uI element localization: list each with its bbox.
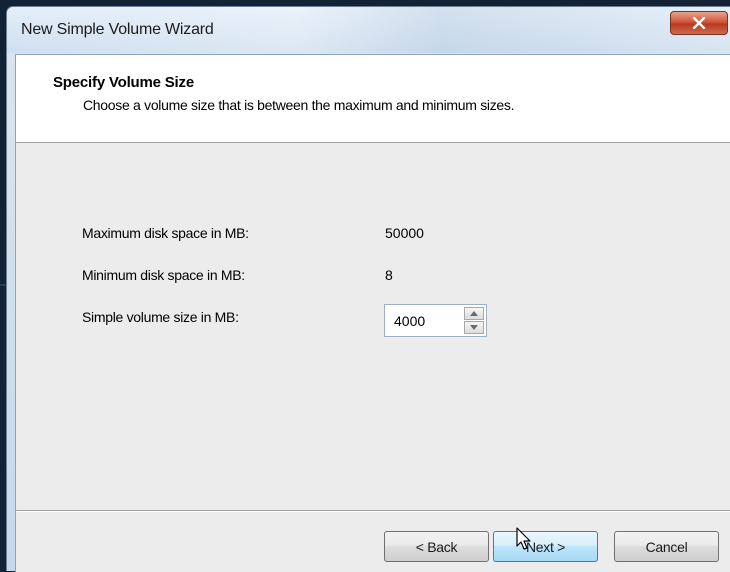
back-button[interactable]: < Back	[384, 531, 489, 562]
close-button[interactable]	[670, 11, 728, 35]
window-title: New Simple Volume Wizard	[21, 21, 214, 38]
page-title: Specify Volume Size	[53, 74, 194, 91]
increment-button[interactable]	[464, 307, 484, 320]
close-icon	[692, 17, 706, 29]
title-bar[interactable]: New Simple Volume Wizard	[7, 7, 730, 53]
chevron-down-icon	[470, 325, 478, 330]
min-disk-space-value: 8	[385, 267, 393, 283]
max-disk-space-label: Maximum disk space in MB:	[82, 225, 249, 241]
footer-divider	[16, 510, 730, 512]
volume-size-stepper[interactable]: 4000	[384, 304, 487, 337]
next-button[interactable]: Next >	[493, 531, 598, 562]
volume-size-label: Simple volume size in MB:	[82, 309, 239, 325]
wizard-window: New Simple Volume Wizard Specify Volume …	[6, 6, 730, 572]
stepper-buttons	[464, 307, 484, 334]
min-disk-space-label: Minimum disk space in MB:	[82, 267, 245, 283]
header-panel: Specify Volume Size Choose a volume size…	[16, 55, 730, 143]
volume-size-input[interactable]: 4000	[394, 313, 425, 329]
decrement-button[interactable]	[464, 321, 484, 334]
max-disk-space-value: 50000	[385, 225, 424, 241]
page-subtitle: Choose a volume size that is between the…	[83, 97, 515, 113]
wizard-content: Specify Volume Size Choose a volume size…	[15, 54, 730, 572]
cancel-button[interactable]: Cancel	[614, 531, 719, 562]
chevron-up-icon	[470, 311, 478, 316]
